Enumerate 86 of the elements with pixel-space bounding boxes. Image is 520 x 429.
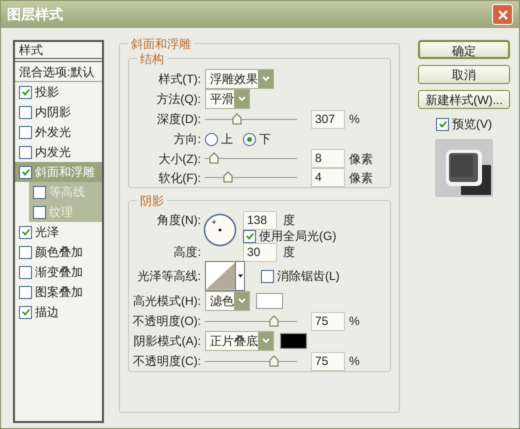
number-field[interactable]: 8 — [311, 149, 345, 168]
checkbox[interactable] — [33, 206, 46, 218]
field-label: 阴影模式(A): — [132, 333, 201, 350]
dialog-button[interactable]: 取消 — [418, 65, 510, 84]
unit-label: 像素 — [349, 150, 373, 168]
dialog-button[interactable]: 确定 — [418, 40, 510, 59]
field-label: 高光模式(H): — [132, 293, 201, 310]
style-list-item[interactable]: 内发光 — [15, 142, 102, 162]
style-list-item[interactable]: 光泽 — [15, 222, 102, 242]
unit-label: 像素 — [349, 170, 373, 186]
checkbox[interactable] — [33, 186, 46, 198]
field-label: 大小(Z): — [157, 150, 201, 168]
contour-picker[interactable] — [205, 261, 245, 291]
number-field[interactable]: 30 — [243, 242, 277, 262]
group-title: 阴影 — [137, 192, 167, 210]
field-label: 深度(D): — [156, 111, 201, 128]
number-field[interactable]: 75 — [311, 312, 345, 330]
unit-label: % — [349, 313, 360, 330]
style-list-item[interactable]: 混合选项:默认 — [15, 62, 102, 82]
slider-thumb[interactable] — [232, 112, 242, 124]
field-label: 角度(N): — [156, 212, 201, 229]
color-swatch[interactable] — [280, 333, 307, 349]
style-list-item[interactable]: 渐变叠加 — [15, 262, 102, 282]
checkbox[interactable] — [19, 126, 32, 138]
checkbox[interactable] — [19, 226, 32, 238]
style-list-item[interactable]: 颜色叠加 — [15, 242, 102, 262]
field-label: 不透明度(O): — [131, 313, 201, 330]
window-title: 图层样式 — [7, 5, 63, 24]
number-field[interactable]: 4 — [311, 168, 345, 187]
number-field[interactable]: 138 — [243, 210, 277, 230]
unit-label: 度 — [283, 212, 295, 229]
dialog-button[interactable]: 新建样式(W)... — [418, 90, 510, 109]
group-title: 斜面和浮雕 — [128, 35, 194, 53]
unit-label: % — [349, 111, 360, 128]
checkbox[interactable] — [19, 166, 32, 178]
list-header: 样式 — [19, 42, 43, 59]
checkbox[interactable] — [243, 230, 256, 242]
checkbox-label: 消除锯齿(L) — [277, 268, 340, 285]
checkbox-label: 使用全局光(G) — [259, 228, 336, 245]
number-field[interactable]: 75 — [311, 352, 345, 370]
style-list-item[interactable]: 内阴影 — [15, 102, 102, 122]
angle-dial[interactable] — [203, 213, 237, 247]
checkbox[interactable] — [19, 106, 32, 118]
field-label: 方法(Q): — [155, 91, 201, 108]
field-label: 方向: — [172, 131, 201, 148]
unit-label: 度 — [283, 244, 295, 261]
checkbox[interactable] — [436, 118, 449, 130]
checkbox[interactable] — [19, 286, 32, 298]
field-label: 光泽等高线: — [136, 268, 201, 285]
close-button[interactable] — [492, 4, 513, 25]
field-label: 样式(T): — [157, 71, 201, 88]
checkbox[interactable] — [19, 86, 32, 98]
style-list-item[interactable]: 外发光 — [15, 122, 102, 142]
checkbox[interactable] — [19, 266, 32, 278]
unit-label: % — [349, 353, 360, 370]
number-field[interactable]: 307 — [311, 110, 345, 128]
chevron-down-icon — [238, 96, 246, 102]
color-swatch[interactable] — [256, 293, 283, 309]
dropdown[interactable]: 浮雕效果 — [205, 69, 274, 89]
checkbox[interactable] — [261, 270, 274, 282]
style-list-item[interactable]: 投影 — [15, 82, 102, 102]
slider-thumb[interactable] — [209, 152, 220, 164]
caret-down-icon — [238, 274, 243, 278]
chevron-down-icon — [238, 298, 246, 304]
dropdown[interactable]: 滤色 — [205, 291, 250, 311]
slider-thumb[interactable] — [269, 314, 279, 326]
dropdown[interactable]: 正片叠底 — [205, 331, 274, 351]
field-label: 不透明度(C): — [132, 353, 201, 370]
slider-thumb[interactable] — [269, 354, 279, 366]
preview-thumbnail — [435, 139, 493, 197]
style-list-item[interactable]: 图案叠加 — [15, 282, 102, 302]
style-list-item[interactable]: 描边 — [15, 302, 102, 322]
radio-option[interactable]: 下 — [243, 130, 271, 148]
checkbox[interactable] — [19, 246, 32, 258]
checkbox-label: 预览(V) — [452, 116, 492, 133]
field-label: 高度: — [172, 244, 201, 261]
checkbox[interactable] — [19, 306, 32, 318]
slider-thumb[interactable] — [223, 171, 233, 183]
checkbox[interactable] — [19, 146, 32, 158]
close-icon — [498, 10, 508, 20]
dropdown[interactable]: 平滑 — [205, 89, 250, 109]
radio-option[interactable]: 上 — [205, 130, 233, 148]
field-label: 软化(F): — [157, 170, 201, 186]
group-title: 结构 — [137, 50, 167, 68]
chevron-down-icon — [262, 338, 270, 344]
chevron-down-icon — [262, 76, 270, 82]
